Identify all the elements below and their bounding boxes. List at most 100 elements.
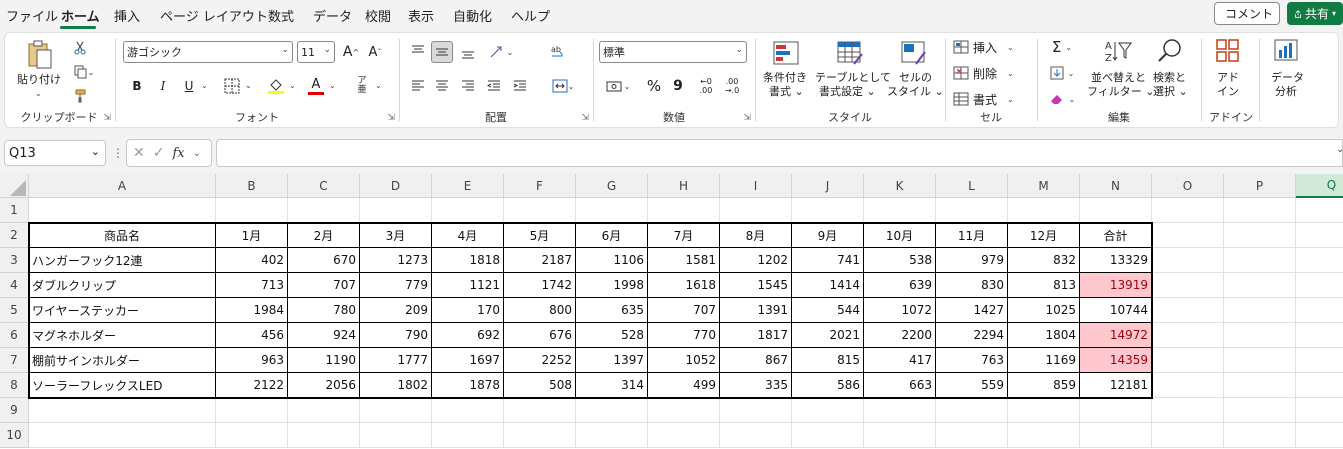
cell[interactable] (1296, 323, 1343, 348)
bold-button[interactable]: B (127, 75, 147, 97)
cell[interactable] (648, 423, 720, 448)
table-header-cell[interactable]: 商品名 (29, 223, 216, 248)
menu-page-layout[interactable]: ページ レイアウト (160, 6, 268, 25)
cell[interactable] (1224, 223, 1296, 248)
column-header-c[interactable]: C (288, 174, 360, 198)
cell[interactable] (864, 198, 936, 223)
column-header-h[interactable]: H (648, 174, 720, 198)
column-header-p[interactable]: P (1224, 174, 1296, 198)
format-as-table-line2[interactable]: 書式設定 ⌄ (819, 85, 876, 99)
cell[interactable] (432, 198, 504, 223)
column-header-g[interactable]: G (576, 174, 648, 198)
align-left-icon[interactable] (407, 75, 429, 97)
column-header-l[interactable]: L (936, 174, 1008, 198)
month-value-cell[interactable]: 963 (216, 348, 288, 373)
menu-home[interactable]: ホーム (61, 6, 100, 25)
cell[interactable] (648, 398, 720, 423)
increase-decimal-icon[interactable]: ←0.00 (695, 75, 717, 97)
fill-icon[interactable]: ⌄ (1045, 63, 1079, 83)
month-value-cell[interactable]: 859 (1008, 373, 1080, 398)
cell[interactable] (792, 398, 864, 423)
month-value-cell[interactable]: 1777 (360, 348, 432, 373)
cell[interactable] (1224, 373, 1296, 398)
month-value-cell[interactable]: 1697 (432, 348, 504, 373)
cell[interactable] (1008, 198, 1080, 223)
cell[interactable] (1152, 323, 1224, 348)
row-header-4[interactable]: 4 (0, 273, 29, 298)
month-value-cell[interactable]: 1106 (576, 248, 648, 273)
month-value-cell[interactable]: 1391 (720, 298, 792, 323)
month-value-cell[interactable]: 1998 (576, 273, 648, 298)
merge-center-icon[interactable]: ⌄ (547, 75, 579, 97)
cut-icon[interactable] (71, 39, 89, 57)
column-header-d[interactable]: D (360, 174, 432, 198)
row-header-3[interactable]: 3 (0, 248, 29, 273)
menu-help[interactable]: ヘルプ (511, 6, 550, 25)
expand-formula-bar-icon[interactable]: ⌄ (1336, 144, 1343, 155)
cell[interactable] (792, 423, 864, 448)
copy-icon[interactable]: ⌄ (69, 63, 99, 81)
font-color-icon[interactable]: A (305, 75, 327, 97)
analyze-data-line1[interactable]: データ (1271, 71, 1304, 85)
cell[interactable] (1296, 298, 1343, 323)
month-value-cell[interactable]: 402 (216, 248, 288, 273)
month-value-cell[interactable]: 1072 (864, 298, 936, 323)
increase-indent-icon[interactable] (509, 75, 531, 97)
month-value-cell[interactable]: 528 (576, 323, 648, 348)
align-middle-icon[interactable] (431, 41, 453, 63)
comments-button[interactable]: コメント (1214, 2, 1280, 25)
row-header-8[interactable]: 8 (0, 373, 29, 398)
cell[interactable] (1296, 398, 1343, 423)
total-cell[interactable]: 12181 (1080, 373, 1152, 398)
chevron-down-icon[interactable]: ⌄ (91, 145, 100, 158)
product-name-cell[interactable]: ハンガーフック12連 (29, 248, 216, 273)
chevron-down-icon[interactable]: ⌄ (193, 148, 201, 159)
column-header-f[interactable]: F (504, 174, 576, 198)
month-value-cell[interactable]: 456 (216, 323, 288, 348)
column-header-o[interactable]: O (1152, 174, 1224, 198)
cell[interactable] (1152, 298, 1224, 323)
column-header-m[interactable]: M (1008, 174, 1080, 198)
conditional-format-line1[interactable]: 条件付き (763, 71, 807, 85)
month-value-cell[interactable]: 508 (504, 373, 576, 398)
month-value-cell[interactable]: 670 (288, 248, 360, 273)
month-value-cell[interactable]: 713 (216, 273, 288, 298)
month-value-cell[interactable]: 692 (432, 323, 504, 348)
month-value-cell[interactable]: 830 (936, 273, 1008, 298)
cell-styles-line1[interactable]: セルの (899, 71, 932, 85)
dialog-launcher-icon[interactable]: ⇲ (743, 113, 751, 123)
name-box[interactable]: Q13 ⌄ (4, 140, 106, 166)
month-value-cell[interactable]: 2021 (792, 323, 864, 348)
format-cells-button[interactable]: 書式 ⌄ (953, 89, 1031, 109)
row-header-9[interactable]: 9 (0, 398, 29, 423)
cell[interactable] (1296, 373, 1343, 398)
total-cell-highlighted[interactable]: 14359 (1080, 348, 1152, 373)
cell[interactable] (1224, 423, 1296, 448)
cancel-icon[interactable]: ✕ (133, 145, 145, 161)
phonetic-icon[interactable]: ア亜 (351, 75, 373, 97)
product-name-cell[interactable]: ダブルクリップ (29, 273, 216, 298)
month-value-cell[interactable]: 1545 (720, 273, 792, 298)
font-size-combo[interactable]: 11 ⌄ (297, 41, 335, 63)
menu-view[interactable]: 表示 (408, 6, 434, 25)
underline-button[interactable]: U (179, 75, 199, 97)
total-cell-highlighted[interactable]: 14972 (1080, 323, 1152, 348)
row-header-5[interactable]: 5 (0, 298, 29, 323)
month-value-cell[interactable]: 1802 (360, 373, 432, 398)
cell[interactable] (720, 398, 792, 423)
column-header-i[interactable]: I (720, 174, 792, 198)
format-as-table-line1[interactable]: テーブルとして (815, 71, 891, 85)
month-value-cell[interactable]: 800 (504, 298, 576, 323)
analyze-data-line2[interactable]: 分析 (1275, 85, 1297, 99)
month-value-cell[interactable]: 499 (648, 373, 720, 398)
column-header-e[interactable]: E (432, 174, 504, 198)
cell-styles-icon[interactable] (899, 39, 929, 67)
month-value-cell[interactable]: 170 (432, 298, 504, 323)
chevron-down-icon[interactable]: ⌄ (289, 81, 296, 90)
align-bottom-icon[interactable] (457, 41, 479, 63)
currency-icon[interactable]: ⌄ (601, 75, 635, 97)
month-value-cell[interactable]: 867 (720, 348, 792, 373)
menu-review[interactable]: 校閲 (365, 6, 391, 25)
cell[interactable] (864, 423, 936, 448)
column-header-k[interactable]: K (864, 174, 936, 198)
